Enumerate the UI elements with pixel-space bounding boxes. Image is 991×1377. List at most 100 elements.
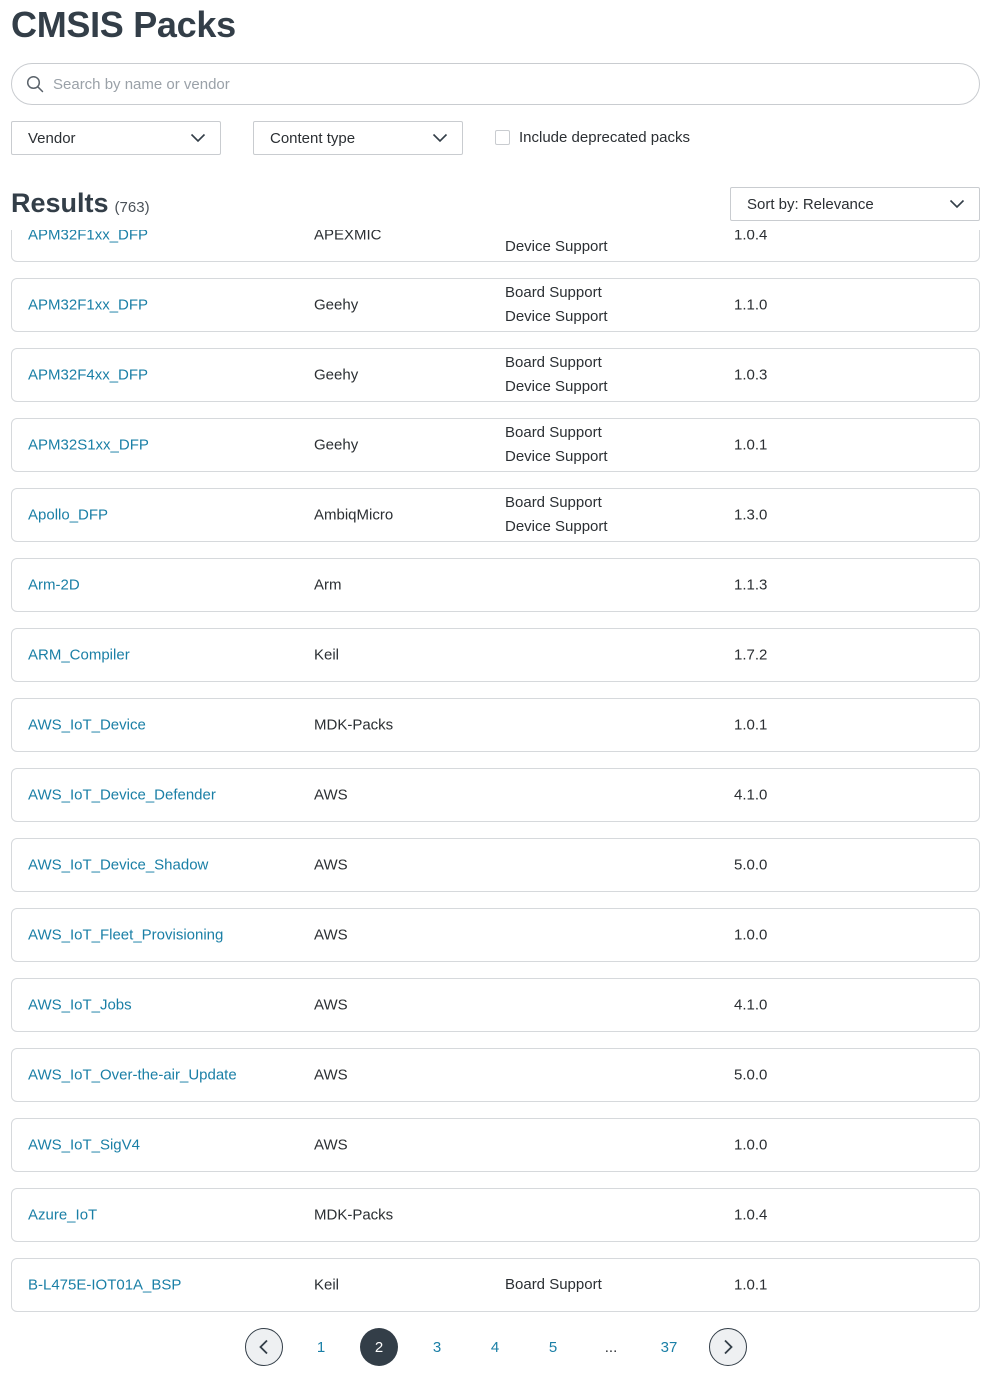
pack-vendor: Arm [314,576,342,594]
include-deprecated-checkbox[interactable] [495,130,510,145]
pack-vendor: AWS [314,996,348,1014]
page-link-1[interactable]: 1 [302,1328,340,1366]
pack-row[interactable]: B-L475E-IOT01A_BSP Keil Board Support 1.0.1 [11,1258,980,1312]
search-box[interactable] [11,63,980,105]
content-type-dropdown-label: Content type [270,129,356,147]
pack-name-link[interactable]: ARM_Compiler [28,647,130,664]
include-deprecated-label: Include deprecated packs [519,129,690,146]
pack-vendor: MDK-Packs [314,1206,394,1224]
pack-name-link[interactable]: AWS_IoT_Device_Defender [28,787,216,804]
pack-name-link[interactable]: Arm-2D [28,577,80,594]
pack-row[interactable]: AWS_IoT_Device_Defender AWS 4.1.0 [11,768,980,822]
pack-row[interactable]: AWS_IoT_Jobs AWS 4.1.0 [11,978,980,1032]
content-type-dropdown[interactable]: Content type [253,121,463,155]
pack-content-types: Board SupportDevice Support [505,230,608,259]
results-title: Results [11,188,109,218]
pack-name-link[interactable]: Azure_IoT [28,1207,97,1224]
sort-dropdown-label: Sort by: Relevance [747,195,874,213]
pack-version: 1.0.1 [734,716,768,734]
pack-vendor: Geehy [314,436,359,454]
pack-version: 1.7.2 [734,646,768,664]
pack-content-type: Board Support [505,354,602,371]
pack-row[interactable]: AWS_IoT_SigV4 AWS 1.0.0 [11,1118,980,1172]
pack-name-link[interactable]: AWS_IoT_Device_Shadow [28,857,208,874]
vendor-dropdown[interactable]: Vendor [11,121,221,155]
pack-vendor: AWS [314,926,348,944]
pack-name-link[interactable]: APM32S1xx_DFP [28,437,149,454]
results-count: (763) [114,199,150,216]
pack-row[interactable]: AWS_IoT_Over-the-air_Update AWS 5.0.0 [11,1048,980,1102]
vendor-dropdown-label: Vendor [28,129,76,147]
pack-name-link[interactable]: APM32F1xx_DFP [28,297,148,314]
pack-row[interactable]: Arm-2D Arm 1.1.3 [11,558,980,612]
chevron-right-icon [724,1339,733,1355]
pack-vendor: Geehy [314,296,359,314]
pack-version: 1.0.0 [734,1136,768,1154]
pack-name-link[interactable]: AWS_IoT_Fleet_Provisioning [28,927,223,944]
pack-version: 1.0.4 [734,230,768,244]
pack-row[interactable]: AWS_IoT_Device MDK-Packs 1.0.1 [11,698,980,752]
pack-name-link[interactable]: AWS_IoT_Device [28,717,146,734]
pack-version: 5.0.0 [734,856,768,874]
results-header: Results (763) [11,188,150,219]
search-input[interactable] [53,75,953,93]
pack-content-types: Board Support Device Support [505,281,608,329]
page-link-37[interactable]: 37 [650,1328,688,1366]
pack-content-type: Board Support [505,494,602,511]
pack-row[interactable]: Apollo_DFP AmbiqMicro Board Support Device … [11,488,980,542]
pack-version: 4.1.0 [734,786,768,804]
pack-content-types: Board Support Device Support [505,491,608,539]
pack-content-type: Device Support [505,518,608,535]
pack-version: 5.0.0 [734,1066,768,1084]
page-title: CMSIS Packs [11,4,236,45]
pack-name-link[interactable]: B-L475E-IOT01A_BSP [28,1277,181,1294]
pack-content-types: Board Support Device Support [505,351,608,399]
pack-version: 1.3.0 [734,506,768,524]
pack-name-link[interactable]: AWS_IoT_SigV4 [28,1137,140,1154]
pack-name-link[interactable]: AWS_IoT_Over-the-air_Update [28,1067,237,1084]
pack-name-link[interactable]: APM32F1xx_DFP [28,230,148,244]
pack-row[interactable]: ARM_Compiler Keil 1.7.2 [11,628,980,682]
pack-content-type: Board Support [505,1276,602,1293]
pack-content-type: Board Support [505,284,602,301]
pack-vendor: AmbiqMicro [314,506,394,524]
sort-dropdown[interactable]: Sort by: Relevance [730,187,980,221]
pack-content-type: Device Support [505,308,608,325]
pack-vendor: AWS [314,1066,348,1084]
pack-vendor: AWS [314,786,348,804]
pack-content-type: Device Support [505,238,608,255]
pack-row[interactable]: Azure_IoT MDK-Packs 1.0.4 [11,1188,980,1242]
pack-row[interactable]: APM32F1xx_DFP Geehy Board Support Device Su… [11,278,980,332]
pack-version: 1.0.1 [734,436,768,454]
pack-version: 1.0.3 [734,366,768,384]
chevron-down-icon [190,133,206,143]
pack-content-type: Device Support [505,448,608,465]
pack-row[interactable]: AWS_IoT_Device_Shadow AWS 5.0.0 [11,838,980,892]
search-icon [26,75,44,93]
page-link-3[interactable]: 3 [418,1328,456,1366]
include-deprecated-toggle[interactable]: Include deprecated packs [495,129,690,146]
results-list[interactable]: APM32F1xx_DFP APEXMIC Board Support Device … [0,230,991,1315]
pack-name-link[interactable]: Apollo_DFP [28,507,108,524]
pack-row[interactable]: APM32S1xx_DFP Geehy Board Support Device Su… [11,418,980,472]
pack-row[interactable]: AWS_IoT_Fleet_Provisioning AWS 1.0.0 [11,908,980,962]
pack-version: 4.1.0 [734,996,768,1014]
page-link-4[interactable]: 4 [476,1328,514,1366]
pack-row[interactable]: APM32F4xx_DFP Geehy Board Support Device Su… [11,348,980,402]
pack-vendor: AWS [314,1136,348,1154]
pack-vendor: APEXMIC [314,230,382,244]
pack-vendor: Keil [314,646,340,664]
pack-vendor: MDK-Packs [314,716,394,734]
pack-row[interactable]: APM32F1xx_DFP APEXMIC Board SupportDevice … [11,230,980,262]
pack-version: 1.0.1 [734,1276,768,1294]
pack-content-types: Board SupportDevice Support [505,421,608,469]
page-link-2[interactable]: 2 [360,1328,398,1366]
pack-name-link[interactable]: AWS_IoT_Jobs [28,997,132,1014]
pack-content-type: Device Support [505,378,608,395]
pack-name-link[interactable]: APM32F4xx_DFP [28,367,148,384]
chevron-down-icon [949,199,965,209]
previous-page-button[interactable] [245,1328,283,1366]
pack-version: 1.0.4 [734,1206,768,1224]
page-link-5[interactable]: 5 [534,1328,572,1366]
next-page-button[interactable] [709,1328,747,1366]
